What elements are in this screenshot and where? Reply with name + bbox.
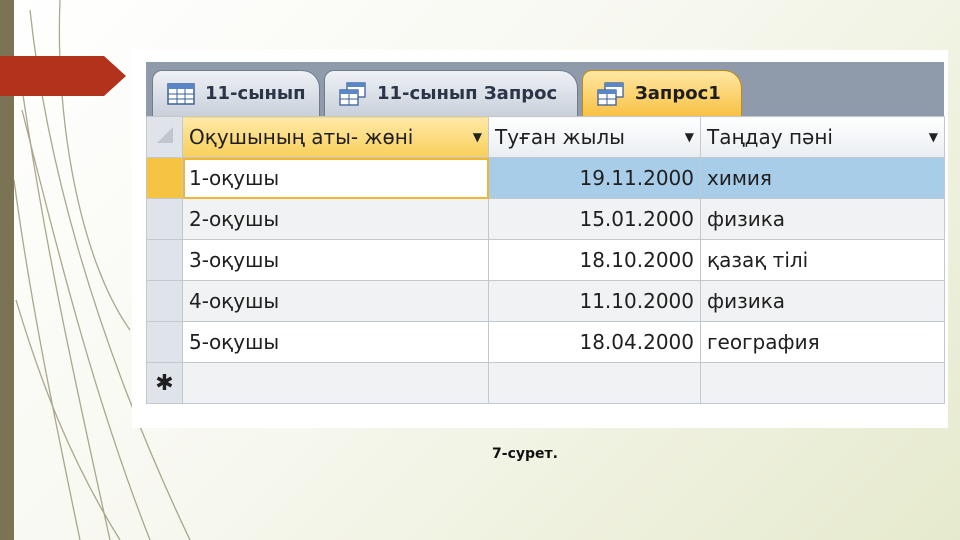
cell-subject[interactable]: химия: [700, 157, 945, 199]
table-row: 3-оқушы 18.10.2000 қазақ тілі: [146, 239, 945, 281]
chevron-down-icon[interactable]: ▼: [685, 130, 694, 144]
cell-name[interactable]: 2-оқушы: [182, 198, 489, 240]
select-all-corner[interactable]: [146, 116, 183, 158]
figure-caption: 7-сурет.: [492, 446, 558, 462]
cell-birth-date[interactable]: 18.04.2000: [488, 321, 701, 363]
select-all-icon: [156, 126, 173, 143]
datasheet-grid: Оқушының аты- жөні ▼ Туған жылы ▼ Таңдау п…: [146, 116, 945, 404]
document-tab-bar: 11-сынып 11-сынып Запрос Запрос1: [146, 62, 944, 116]
tab-label: 11-сынып Запрос: [377, 83, 558, 104]
cell-name[interactable]: 5-оқушы: [182, 321, 489, 363]
new-record-row: ✱: [146, 362, 945, 404]
row-selector[interactable]: [146, 280, 183, 322]
chevron-down-icon[interactable]: ▼: [473, 130, 482, 144]
cell-birth-date[interactable]: 15.01.2000: [488, 198, 701, 240]
header-row: Оқушының аты- жөні ▼ Туған жылы ▼ Таңдау п…: [146, 116, 945, 158]
tab-zapros1[interactable]: Запрос1: [582, 70, 742, 116]
column-header-subject[interactable]: Таңдау пәні ▼: [700, 116, 945, 158]
tab-11-synyp-zapros[interactable]: 11-сынып Запрос: [324, 70, 578, 116]
red-arrow-marker: [0, 56, 126, 96]
cell-subject[interactable]: физика: [700, 280, 945, 322]
column-header-label: Таңдау пәні: [707, 125, 833, 149]
cell-subject[interactable]: қазақ тілі: [700, 239, 945, 281]
table-row: 5-оқушы 18.04.2000 география: [146, 321, 945, 363]
cell-name[interactable]: 1-оқушы: [182, 157, 489, 199]
table-row: 2-оқушы 15.01.2000 физика: [146, 198, 945, 240]
cell-name[interactable]: 3-оқушы: [182, 239, 489, 281]
row-selector[interactable]: [146, 198, 183, 240]
table-row: 4-оқушы 11.10.2000 физика: [146, 280, 945, 322]
row-selector[interactable]: [146, 321, 183, 363]
cell-birth-date[interactable]: 18.10.2000: [488, 239, 701, 281]
table-icon: [167, 82, 195, 105]
tab-11-synyp[interactable]: 11-сынып: [152, 70, 320, 116]
cell-birth-date[interactable]: [488, 362, 701, 404]
column-header-label: Туған жылы: [495, 125, 625, 149]
new-record-icon[interactable]: ✱: [146, 362, 183, 404]
cell-name[interactable]: [182, 362, 489, 404]
table-row: 1-оқушы 19.11.2000 химия: [146, 157, 945, 199]
cell-birth-date[interactable]: 11.10.2000: [488, 280, 701, 322]
column-header-label: Оқушының аты- жөні: [189, 125, 414, 149]
access-query-window: 11-сынып 11-сынып Запрос Запрос1 Оқушыны…: [132, 50, 948, 428]
row-selector[interactable]: [146, 157, 183, 199]
query-icon: [597, 81, 624, 106]
query-icon: [339, 81, 366, 106]
tab-label: Запрос1: [635, 83, 721, 104]
tab-label: 11-сынып: [205, 83, 306, 104]
column-header-name[interactable]: Оқушының аты- жөні ▼: [182, 116, 489, 158]
column-header-birth-year[interactable]: Туған жылы ▼: [488, 116, 701, 158]
cell-birth-date[interactable]: 19.11.2000: [488, 157, 701, 199]
chevron-down-icon[interactable]: ▼: [929, 130, 938, 144]
cell-subject[interactable]: география: [700, 321, 945, 363]
row-selector[interactable]: [146, 239, 183, 281]
cell-name[interactable]: 4-оқушы: [182, 280, 489, 322]
cell-subject[interactable]: [700, 362, 945, 404]
cell-subject[interactable]: физика: [700, 198, 945, 240]
